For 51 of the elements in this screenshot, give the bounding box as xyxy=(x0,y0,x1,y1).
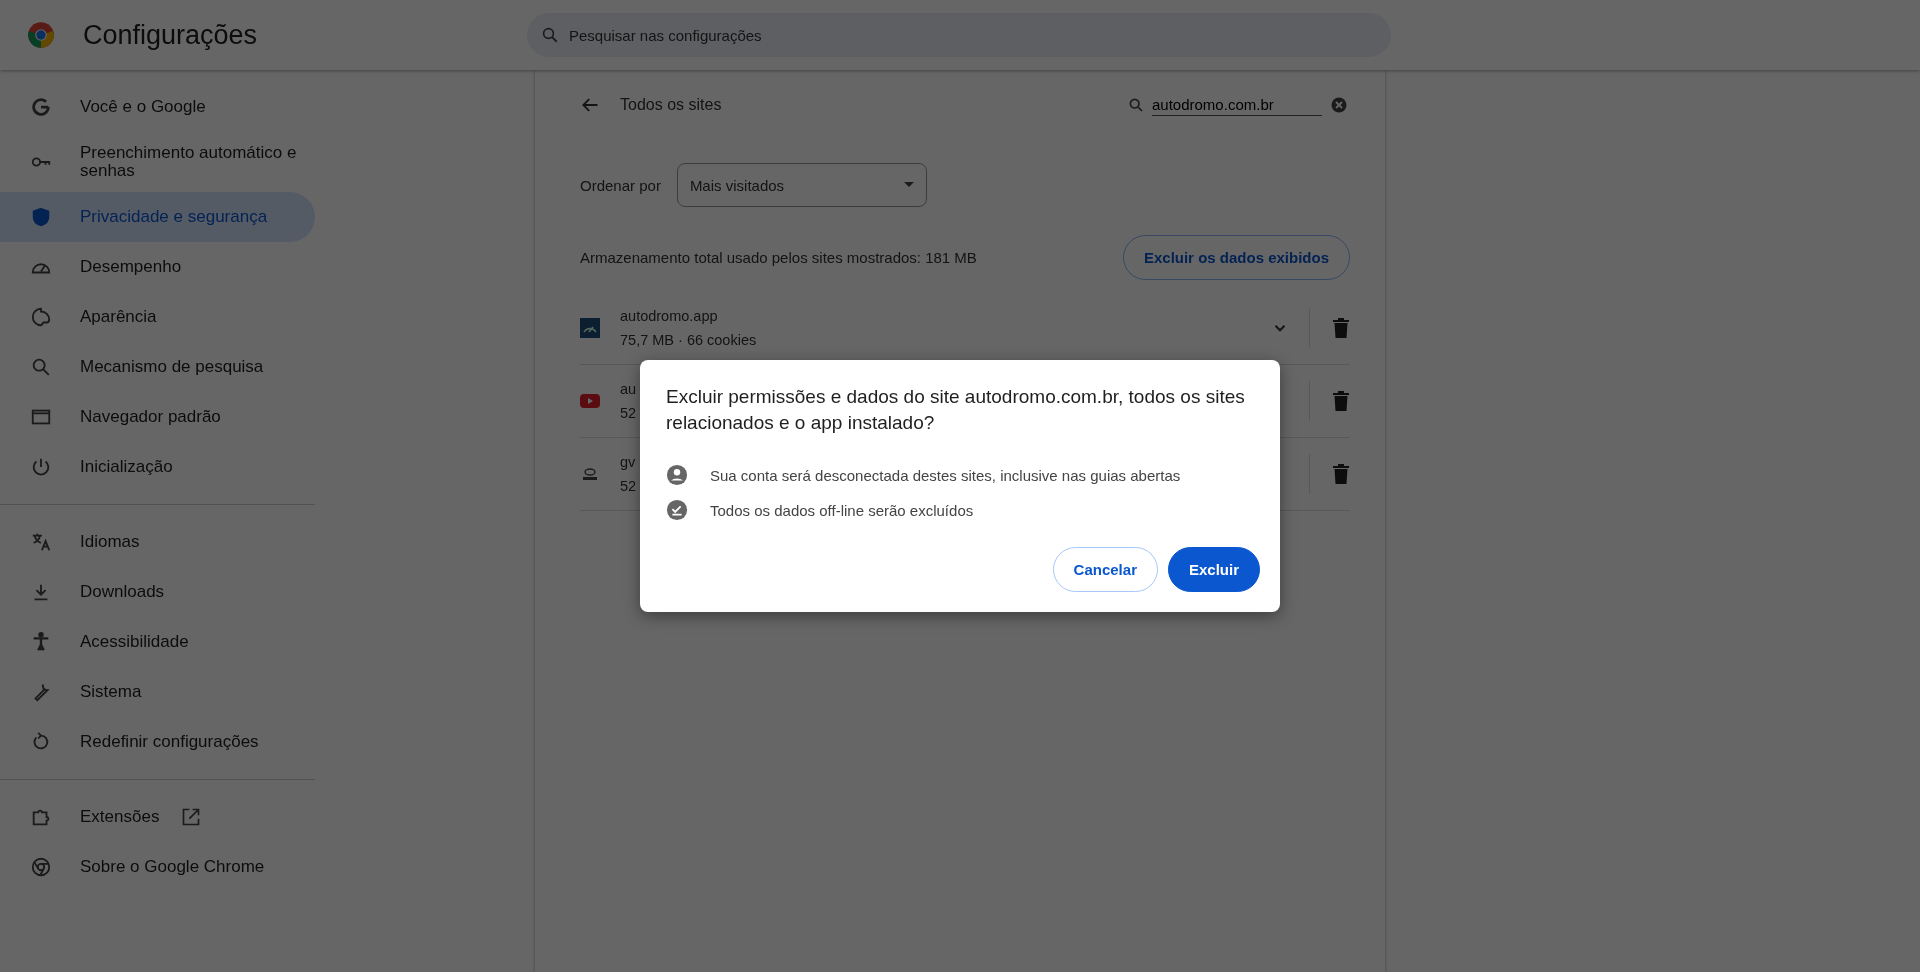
site-details: 75,7 MB · 66 cookies xyxy=(620,332,757,348)
site-name: gv xyxy=(620,454,636,470)
sort-label: Ordenar por xyxy=(580,176,661,194)
chrome-logo-icon xyxy=(27,21,55,49)
dialog-note: Todos os dados off-line serão excluídos xyxy=(710,501,974,519)
clear-icon[interactable] xyxy=(1330,96,1348,114)
delete-icon[interactable] xyxy=(1332,463,1350,485)
sidebar-item[interactable]: Inicialização xyxy=(0,442,315,492)
power-icon xyxy=(30,456,52,478)
sort-dropdown[interactable]: Mais visitados xyxy=(676,163,927,207)
delete-icon[interactable] xyxy=(1332,390,1350,412)
sidebar-item[interactable]: Sobre o Google Chrome xyxy=(0,842,315,892)
dropdown-caret-icon xyxy=(903,182,914,188)
delete-icon[interactable] xyxy=(1332,317,1350,339)
sidebar-item[interactable]: Redefinir configurações xyxy=(0,717,315,767)
search-field[interactable]: Pesquisar nas configurações xyxy=(527,13,1391,57)
sidebar-item[interactable]: Você e o Google xyxy=(0,82,315,132)
page-title: Configurações xyxy=(83,19,258,51)
search-icon xyxy=(541,26,559,44)
sidebar-item[interactable]: Sistema xyxy=(0,667,315,717)
cancel-button[interactable]: Cancelar xyxy=(1052,547,1158,592)
sidebar-item[interactable]: Extensões xyxy=(0,792,315,842)
search-icon xyxy=(30,356,52,378)
account-icon xyxy=(666,464,688,486)
sidebar-item[interactable]: Navegador padrão xyxy=(0,392,315,442)
sidebar-item[interactable]: Acessibilidade xyxy=(0,617,315,667)
sidebar-item[interactable]: Aparência xyxy=(0,292,315,342)
sidebar-item[interactable]: Preenchimento automático e senhas xyxy=(0,132,315,192)
site-details: 52 xyxy=(620,405,637,421)
section-title: Todos os sites xyxy=(620,96,723,114)
play-favicon-icon xyxy=(580,391,600,411)
sidebar-item[interactable]: Mecanismo de pesquisa xyxy=(0,342,315,392)
google-icon xyxy=(30,96,52,118)
clear-data-button[interactable]: Excluir os dados exibidos xyxy=(1122,235,1350,280)
translate-icon xyxy=(30,531,52,553)
chrome-icon xyxy=(30,856,52,878)
search-icon xyxy=(1128,97,1144,113)
site-name: autodromo.app xyxy=(620,308,718,324)
site-details: 52 xyxy=(620,478,637,494)
dialog-title: Excluir permissões e dados do site autodromo.com.br, todos os sites relacionados e o app instalado? xyxy=(666,385,1246,435)
sidebar-item[interactable]: Privacidade e segurança xyxy=(0,192,315,242)
sidebar-item[interactable]: Desempenho xyxy=(0,242,315,292)
gauge-favicon-icon xyxy=(580,318,600,338)
shield-icon xyxy=(30,206,52,228)
storage-summary: Armazenamento total usado pelos sites mostrados: 181 MB xyxy=(580,249,977,266)
dialog-note: Sua conta será desconectada destes sites, inclusive nas guias abertas xyxy=(710,466,1181,484)
delete-button[interactable]: Excluir xyxy=(1167,547,1260,592)
site-name: au xyxy=(620,381,637,397)
offline-check-icon xyxy=(666,499,688,521)
sidebar-item[interactable]: Idiomas xyxy=(0,517,315,567)
sidebar-item[interactable]: Downloads xyxy=(0,567,315,617)
